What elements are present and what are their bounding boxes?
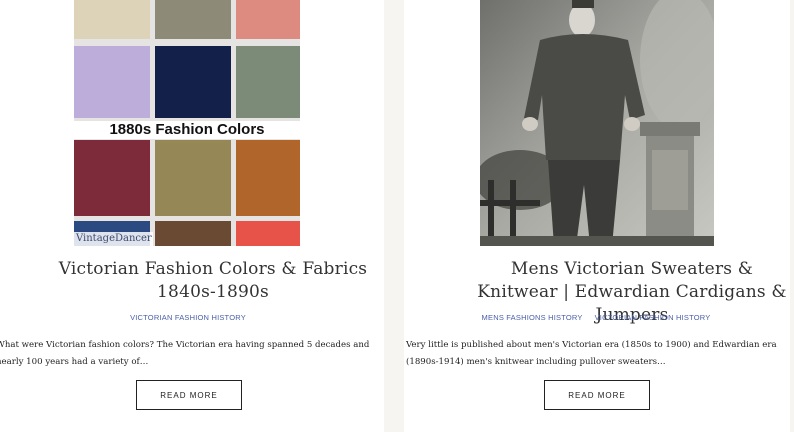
color-swatch <box>236 46 300 118</box>
image-caption: 1880s Fashion Colors <box>74 121 300 139</box>
color-swatch <box>74 46 150 118</box>
color-swatch <box>74 0 150 39</box>
post-excerpt: What were Victorian fashion colors? The … <box>0 340 370 367</box>
post-card: 1880s Fashion Colors VintageDancer Victo… <box>0 0 384 432</box>
read-more-button[interactable]: READ MORE <box>544 380 650 410</box>
post-title[interactable]: Victorian Fashion Colors & Fabrics 1840s… <box>58 258 368 304</box>
category-link[interactable]: VICTORIAN FASHION HISTORY <box>595 313 711 322</box>
post-categories: MENS FASHIONS HISTORY VICTORIAN FASHION H… <box>404 313 788 322</box>
color-swatch <box>155 46 231 118</box>
vintage-photo-image <box>480 0 714 246</box>
color-swatch <box>155 221 231 246</box>
post-thumbnail[interactable] <box>480 0 714 246</box>
image-watermark: VintageDancer <box>74 232 153 246</box>
color-swatch <box>74 140 150 216</box>
color-swatch <box>155 0 231 39</box>
color-swatch <box>236 140 300 216</box>
read-more-button[interactable]: READ MORE <box>136 380 242 410</box>
category-link[interactable]: VICTORIAN FASHION HISTORY <box>130 313 246 322</box>
post-categories: VICTORIAN FASHION HISTORY <box>0 313 380 322</box>
post-excerpt: Very little is published about men's Vic… <box>406 340 777 367</box>
color-swatch <box>236 221 300 246</box>
color-swatch <box>236 0 300 39</box>
color-swatch <box>155 140 231 216</box>
category-link[interactable]: MENS FASHIONS HISTORY <box>482 313 583 322</box>
post-card: Mens Victorian Sweaters & Knitwear | Edw… <box>404 0 790 432</box>
post-thumbnail[interactable]: 1880s Fashion Colors VintageDancer <box>74 0 300 246</box>
